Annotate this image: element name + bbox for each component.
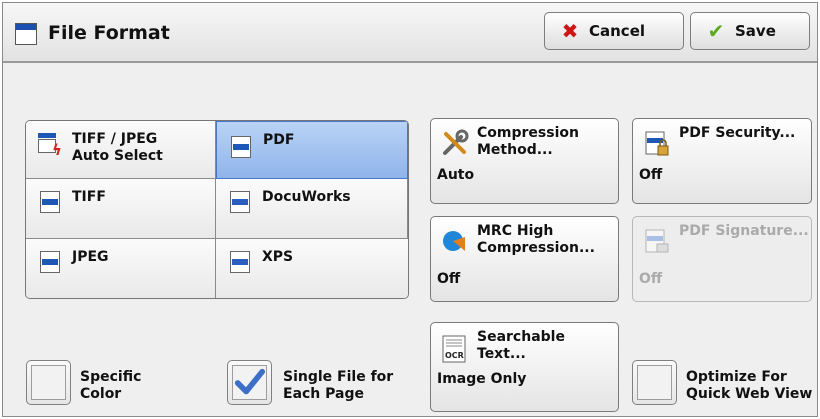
single-file-label: Each Page <box>283 386 364 402</box>
checkmark-icon <box>234 368 266 395</box>
ocr-icon: OCR <box>442 335 466 363</box>
optimize-label: Optimize For <box>686 369 787 385</box>
searchable-title: Text... <box>477 346 526 362</box>
pdf-security-title: PDF Security... <box>679 125 796 141</box>
tools-icon <box>443 129 469 155</box>
cancel-x-icon: ✖ <box>561 19 579 43</box>
pdf-signature-title: PDF Signature... <box>679 223 809 239</box>
searchable-title: Searchable <box>477 329 565 345</box>
cancel-button[interactable]: ✖ Cancel <box>544 12 684 50</box>
format-label: PDF <box>263 132 295 148</box>
format-label: TIFF <box>72 189 106 205</box>
save-button[interactable]: ✔ Save <box>690 12 810 50</box>
mrc-title: MRC High <box>477 223 554 239</box>
tiff-jpeg-auto-icon: ϟ <box>38 133 62 159</box>
format-label: JPEG <box>72 249 109 265</box>
optimize-label: Quick Web View <box>686 386 813 402</box>
format-label: Auto Select <box>72 148 163 164</box>
tiff-doc-icon <box>40 191 60 213</box>
cancel-label: Cancel <box>589 22 646 40</box>
single-file-checkbox[interactable] <box>227 360 272 405</box>
format-tiff[interactable]: TIFF <box>26 179 216 239</box>
format-label: DocuWorks <box>262 189 351 205</box>
format-label: XPS <box>262 249 294 265</box>
save-check-icon: ✔ <box>707 19 725 43</box>
compression-method-button[interactable]: Compression Method... Auto <box>430 118 619 204</box>
specific-color-checkbox[interactable] <box>26 360 71 405</box>
mrc-high-compression-button[interactable]: MRC High Compression... Off <box>430 216 619 302</box>
file-format-dialog: File Format ✖ Cancel ✔ Save ϟ TIFF / JPE… <box>2 2 818 417</box>
page-title: File Format <box>48 22 170 44</box>
pdf-signature-button[interactable]: PDF Signature... Off <box>632 216 812 302</box>
compression-title: Compression <box>477 125 579 141</box>
file-format-selector: ϟ TIFF / JPEG Auto Select PDF TIFF DocuW… <box>25 120 409 299</box>
xps-doc-icon <box>230 251 250 273</box>
pdf-security-value: Off <box>639 167 663 183</box>
format-xps[interactable]: XPS <box>216 239 408 298</box>
svg-text:OCR: OCR <box>445 351 464 360</box>
pdf-signature-icon <box>645 229 669 253</box>
compression-value: Auto <box>437 167 475 183</box>
jpeg-doc-icon <box>40 251 60 273</box>
searchable-text-button[interactable]: OCR Searchable Text... Image Only <box>430 322 619 412</box>
window-icon <box>15 23 37 45</box>
compression-title: Method... <box>477 142 553 158</box>
header-bar: File Format ✖ Cancel ✔ Save <box>3 3 817 63</box>
searchable-value: Image Only <box>437 371 527 387</box>
single-file-label: Single File for <box>283 369 394 385</box>
mrc-icon <box>443 231 465 251</box>
specific-color-label: Color <box>80 386 122 402</box>
pdf-signature-value: Off <box>639 271 663 287</box>
mrc-value: Off <box>437 271 461 287</box>
format-pdf[interactable]: PDF <box>216 121 408 179</box>
pdf-doc-icon <box>231 136 251 158</box>
specific-color-label: Specific <box>80 369 142 385</box>
pdf-security-button[interactable]: PDF Security... Off <box>632 118 812 204</box>
format-label: TIFF / JPEG <box>72 131 158 147</box>
format-tiff-jpeg-auto[interactable]: ϟ TIFF / JPEG Auto Select <box>26 121 216 179</box>
mrc-title: Compression... <box>477 240 595 256</box>
optimize-web-view-checkbox[interactable] <box>632 360 677 405</box>
format-docuworks[interactable]: DocuWorks <box>216 179 408 239</box>
docuworks-doc-icon <box>230 191 250 213</box>
format-jpeg[interactable]: JPEG <box>26 239 216 298</box>
pdf-lock-icon <box>645 131 669 156</box>
save-label: Save <box>735 22 776 40</box>
